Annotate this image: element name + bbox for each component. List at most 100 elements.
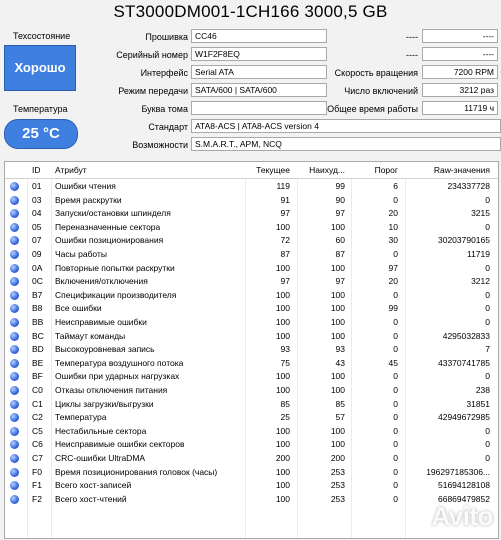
cell-threshold: 0 — [393, 398, 398, 409]
power-on-hours-label: Общее время работы — [327, 104, 418, 114]
table-row[interactable]: C7 CRC-ошибки UltraDMA 200 200 0 0 — [5, 452, 498, 466]
cell-raw: 0 — [485, 425, 490, 436]
cell-id: C0 — [32, 385, 43, 395]
table-row[interactable]: 05 Переназначенные сектора 100 100 10 0 — [5, 221, 498, 235]
table-row[interactable]: 04 Запуски/остановки шпинделя 97 97 20 3215 — [5, 207, 498, 221]
cell-id: 04 — [32, 208, 42, 219]
cell-threshold: 0 — [393, 371, 398, 382]
table-row[interactable]: F1 Всего хост-записей 100 253 0 51694128108 — [5, 479, 498, 493]
table-row[interactable]: 09 Часы работы 87 87 0 11719 — [5, 248, 498, 262]
dash-label-2: ---- — [406, 50, 418, 60]
status-dot-icon — [10, 372, 19, 382]
table-row[interactable]: 0C Включения/отключения 97 97 20 3212 — [5, 275, 498, 289]
cell-raw: 0 — [485, 194, 490, 205]
temperature-label: Температура — [13, 104, 68, 114]
cell-attribute: Высокоуровневая запись — [55, 344, 155, 355]
cell-worst: 93 — [335, 344, 345, 355]
cell-current: 100 — [275, 371, 290, 382]
cell-worst: 100 — [330, 425, 345, 436]
table-row[interactable]: BE Температура воздушного потока 75 43 45 433… — [5, 357, 498, 371]
column-header-id[interactable]: ID — [32, 165, 41, 175]
cell-attribute: Включения/отключения — [55, 276, 148, 287]
cell-worst: 100 — [330, 221, 345, 232]
cell-raw: 3215 — [471, 208, 490, 219]
table-row[interactable]: F2 Всего хост-чтений 100 253 0 66869479852 — [5, 493, 498, 507]
cell-id: BB — [32, 317, 44, 327]
cell-current: 100 — [275, 317, 290, 327]
cell-threshold: 10 — [388, 221, 398, 232]
status-dot-icon — [10, 413, 19, 423]
cell-id: F0 — [32, 466, 42, 477]
cell-raw: 4295032833 — [442, 330, 490, 341]
table-row[interactable]: B7 Спецификации производителя 100 100 0 0 — [5, 289, 498, 303]
cell-threshold: 0 — [393, 385, 398, 395]
column-header-worst[interactable]: Наихуд... — [307, 165, 345, 175]
cell-id: B8 — [32, 303, 43, 314]
cell-raw: 43370741785 — [437, 357, 490, 368]
cell-id: C1 — [32, 398, 43, 409]
volume-letter-value — [191, 101, 327, 115]
cell-id: BC — [32, 330, 44, 341]
column-header-threshold[interactable]: Порог — [365, 165, 398, 175]
table-row[interactable]: BD Высокоуровневая запись 93 93 0 7 — [5, 343, 498, 357]
table-row[interactable]: C1 Циклы загрузки/выгрузки 85 85 0 31851 — [5, 398, 498, 412]
cell-current: 97 — [280, 208, 290, 219]
cell-attribute: CRC-ошибки UltraDMA — [55, 453, 146, 463]
cell-worst: 85 — [335, 398, 345, 409]
cell-id: BD — [32, 344, 44, 355]
cell-id: 07 — [32, 235, 42, 246]
table-row[interactable]: BB Неисправимые ошибки 100 100 0 0 — [5, 316, 498, 330]
temperature-button[interactable]: 25 °C — [4, 119, 78, 149]
cell-threshold: 6 — [393, 181, 398, 191]
cell-threshold: 0 — [393, 412, 398, 423]
cell-attribute: Нестабильные сектора — [55, 425, 147, 436]
cell-worst: 99 — [335, 181, 345, 191]
table-row[interactable]: C6 Неисправимые ошибки секторов 100 100 0 0 — [5, 438, 498, 452]
table-row[interactable]: 03 Время раскрутки 91 90 0 0 — [5, 194, 498, 208]
table-row[interactable]: 07 Ошибки позиционирования 72 60 30 302037901… — [5, 234, 498, 248]
cell-id: F2 — [32, 493, 42, 504]
cell-attribute: Время позиционирования головок (часы) — [55, 466, 218, 477]
cell-attribute: Всего хост-записей — [55, 480, 132, 491]
volume-letter-label: Буква тома — [141, 104, 188, 114]
table-row[interactable]: F0 Время позиционирования головок (часы) 1… — [5, 466, 498, 480]
column-header-current[interactable]: Текущее — [255, 165, 290, 175]
cell-id: C7 — [32, 453, 43, 463]
table-row[interactable]: BC Таймаут команды 100 100 0 4295032833 — [5, 330, 498, 344]
cell-raw: 0 — [485, 303, 490, 314]
cell-current: 87 — [280, 249, 290, 259]
column-header-raw[interactable]: Raw-значения — [410, 165, 490, 175]
cell-raw: 30203790165 — [437, 235, 490, 246]
status-dot-icon — [10, 195, 19, 205]
table-row[interactable]: C2 Температура 25 57 0 42949672985 — [5, 411, 498, 425]
health-status-button[interactable]: Хорошо — [4, 45, 76, 91]
table-row[interactable]: BF Ошибки при ударных нагрузках 100 100 0 0 — [5, 370, 498, 384]
cell-raw: 238 — [475, 385, 490, 395]
cell-id: 01 — [32, 181, 42, 191]
cell-id: B7 — [32, 289, 43, 300]
cell-id: C5 — [32, 425, 43, 436]
table-row[interactable]: B8 Все ошибки 100 100 99 0 — [5, 302, 498, 316]
cell-current: 91 — [280, 194, 290, 205]
cell-worst: 100 — [330, 262, 345, 273]
table-row[interactable]: 0A Повторные попытки раскрутки 100 100 97 0 — [5, 262, 498, 276]
table-row[interactable]: C5 Нестабильные сектора 100 100 0 0 — [5, 425, 498, 439]
column-header-attribute[interactable]: Атрибут — [55, 165, 87, 175]
cell-current: 200 — [275, 453, 290, 463]
cell-attribute: Запуски/остановки шпинделя — [55, 208, 171, 219]
status-dot-icon — [10, 290, 19, 300]
cell-raw: 234337728 — [447, 181, 490, 191]
status-dot-icon — [10, 426, 19, 436]
cell-threshold: 0 — [393, 439, 398, 450]
smart-attributes-table[interactable]: ID Атрибут Текущее Наихуд... Порог Raw-з… — [4, 161, 499, 539]
power-on-count-value: 3212 раз — [422, 83, 498, 97]
cell-threshold: 0 — [393, 344, 398, 355]
cell-worst: 253 — [330, 493, 345, 504]
cell-raw: 196297185306... — [426, 466, 490, 477]
table-row[interactable]: C0 Отказы отключения питания 100 100 0 238 — [5, 384, 498, 398]
avito-watermark: Avito — [431, 501, 493, 531]
cell-worst: 57 — [335, 412, 345, 423]
cell-worst: 100 — [330, 385, 345, 395]
cell-worst: 100 — [330, 330, 345, 341]
table-row[interactable]: 01 Ошибки чтения 119 99 6 234337728 — [5, 180, 498, 194]
